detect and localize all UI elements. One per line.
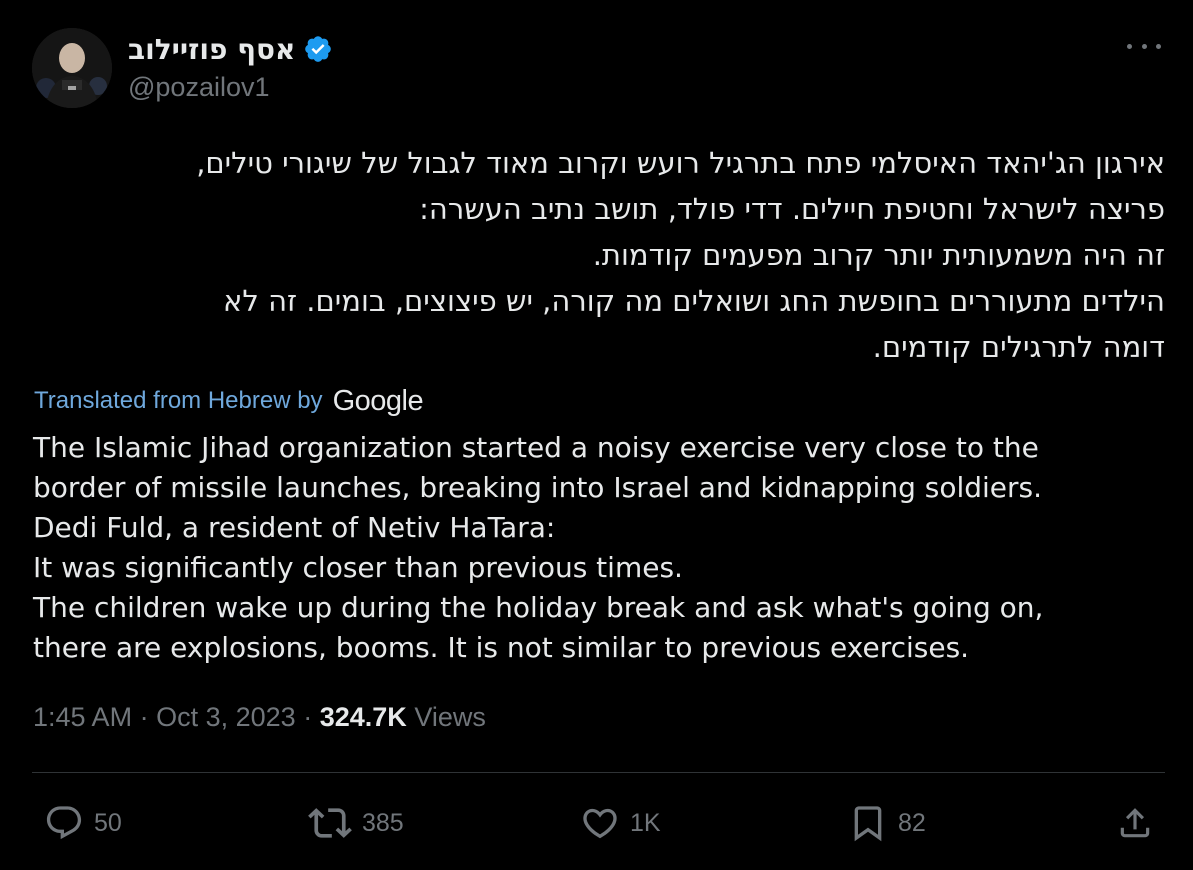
more-dot xyxy=(1141,43,1147,49)
tweet: אסף פוזיילוב @pozailov1 אירגון הג'יהאד ה… xyxy=(0,0,1193,870)
tweet-date[interactable]: Oct 3, 2023 xyxy=(156,702,296,732)
like-count: 1K xyxy=(630,808,661,837)
more-dot xyxy=(1156,43,1161,49)
heart-icon xyxy=(583,808,617,839)
tweet-text-original: אירגון הג'יהאד האיסלמי פתח בתרגיל רועש ו… xyxy=(32,140,1165,370)
tweet-meta: 1:45 AM · Oct 3, 2023 · 324.7K Views xyxy=(33,702,486,733)
reply-button[interactable]: 50 xyxy=(44,796,122,850)
translation-line: It was significantly closer than previou… xyxy=(33,551,683,584)
google-logo: Google xyxy=(332,384,424,417)
reply-icon xyxy=(46,806,82,840)
action-bar: 50 385 1K 82 xyxy=(0,796,1193,850)
tweet-text-line: זה היה משמעותית יותר קרוב מפעמים קודמות. xyxy=(592,238,1165,272)
author-name[interactable]: אסף פוזיילוב xyxy=(128,33,295,66)
reply-count: 50 xyxy=(94,808,122,837)
retweet-count: 385 xyxy=(362,808,404,837)
tweet-text-line: דומה לתרגילים קודמים. xyxy=(872,330,1165,364)
divider xyxy=(32,772,1165,773)
meta-separator: · xyxy=(303,702,313,732)
author-name-row: אסף פוזיילוב xyxy=(128,30,333,68)
share-icon xyxy=(1120,808,1150,838)
meta-separator: · xyxy=(139,702,149,732)
translation-line: border of missile launches, breaking int… xyxy=(33,471,1043,504)
like-button[interactable]: 1K xyxy=(580,796,661,850)
more-horizontal-icon[interactable] xyxy=(1127,36,1161,56)
tweet-text-line: פריצה לישראל וחטיפת חיילים. דדי פולד, תו… xyxy=(419,192,1165,226)
translation-line: there are explosions, booms. It is not s… xyxy=(33,631,970,664)
retweet-icon xyxy=(308,808,352,838)
avatar[interactable] xyxy=(32,28,112,108)
share-button[interactable] xyxy=(1116,796,1154,850)
verified-badge-icon[interactable] xyxy=(303,34,333,64)
translation-line: The children wake up during the holiday … xyxy=(33,591,1044,624)
translated-from-link[interactable]: Translated from Hebrew by xyxy=(34,387,323,415)
tweet-text-line: אירגון הג'יהאד האיסלמי פתח בתרגיל רועש ו… xyxy=(196,146,1165,180)
bookmark-icon xyxy=(854,806,882,842)
author-handle[interactable]: @pozailov1 xyxy=(128,72,270,103)
more-dot xyxy=(1127,43,1132,49)
translation-line: Dedi Fuld, a resident of Netiv HaTara: xyxy=(33,511,556,544)
bookmark-button[interactable]: 82 xyxy=(848,796,926,850)
tweet-text-translation: The Islamic Jihad organization started a… xyxy=(33,428,1173,668)
retweet-button[interactable]: 385 xyxy=(308,796,404,850)
views-label: Views xyxy=(414,702,486,732)
tweet-time[interactable]: 1:45 AM xyxy=(33,702,132,732)
translation-attribution: Translated from Hebrew by Google xyxy=(34,384,424,418)
translation-line: The Islamic Jihad organization started a… xyxy=(33,431,1039,464)
views-count: 324.7K xyxy=(319,702,407,732)
bookmark-count: 82 xyxy=(898,808,926,837)
avatar-image xyxy=(32,28,112,108)
tweet-text-line: הילדים מתעוררים בחופשת החג ושואלים מה קו… xyxy=(223,284,1165,318)
